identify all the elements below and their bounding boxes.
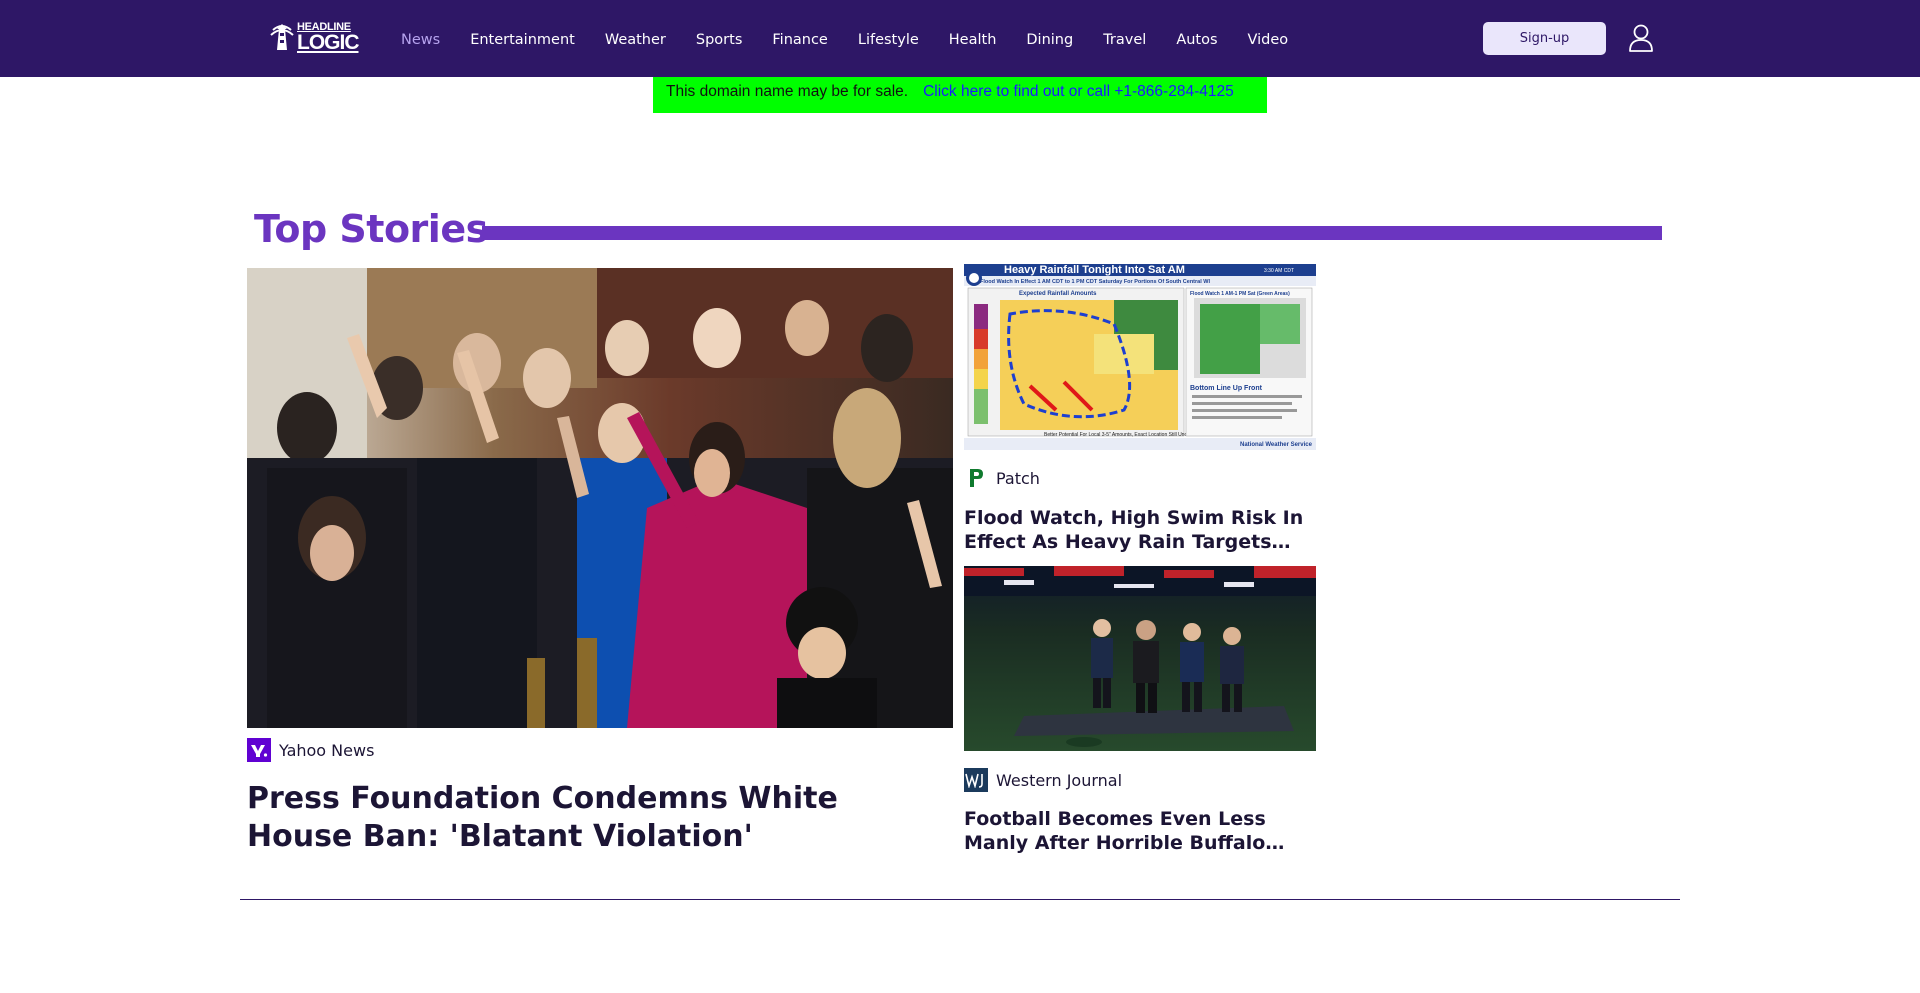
- nav-item-lifestyle[interactable]: Lifestyle: [858, 32, 919, 48]
- nav-item-video[interactable]: Video: [1248, 32, 1289, 48]
- rainfall-forecast-map: Heavy Rainfall Tonight Into Sat AM 3:30 …: [964, 264, 1316, 450]
- map-bottom-line-label: Bottom Line Up Front: [1190, 385, 1263, 392]
- nav-item-dining[interactable]: Dining: [1026, 32, 1073, 48]
- yahoo-logo-icon: [247, 738, 271, 762]
- section-title-top-stories: Top Stories: [254, 207, 488, 251]
- map-time: 3:30 AM CDT: [1264, 268, 1294, 274]
- domain-sale-message: This domain name may be for sale.: [666, 83, 909, 100]
- domain-sale-banner: This domain name may be for sale. Click h…: [653, 77, 1267, 113]
- lead-story-source: Yahoo News: [247, 738, 374, 762]
- map-title: Heavy Rainfall Tonight Into Sat AM: [1004, 264, 1185, 276]
- side-story-1-source-name: Patch: [996, 468, 1040, 488]
- side-story-2-source: Western Journal: [964, 768, 1122, 792]
- nav-item-finance[interactable]: Finance: [772, 32, 827, 48]
- side-story-2-source-name: Western Journal: [996, 770, 1123, 790]
- user-icon[interactable]: [1628, 24, 1654, 52]
- map-right-panel-label: Flood Watch 1 AM-1 PM Sat (Green Areas): [1190, 291, 1290, 297]
- nav-item-news[interactable]: News: [401, 32, 440, 48]
- lead-story-image[interactable]: [247, 268, 953, 728]
- nav-item-weather[interactable]: Weather: [605, 32, 666, 48]
- press-briefing-photo: [247, 268, 953, 728]
- nav-item-autos[interactable]: Autos: [1176, 32, 1217, 48]
- lead-story-headline[interactable]: Press Foundation Condemns White House Ba…: [247, 780, 947, 856]
- logo-line-2: LOGIC: [297, 30, 359, 54]
- nav-item-entertainment[interactable]: Entertainment: [470, 32, 575, 48]
- patch-logo-icon: [964, 466, 988, 490]
- nav-item-sports[interactable]: Sports: [696, 32, 742, 48]
- section-title-rule: [482, 226, 1662, 240]
- lead-story-source-name: Yahoo News: [279, 740, 375, 760]
- map-agency: National Weather Service: [1240, 442, 1313, 448]
- nav-item-health[interactable]: Health: [949, 32, 997, 48]
- main-nav: News Entertainment Weather Sports Financ…: [401, 28, 1318, 52]
- western-journal-logo-icon: [964, 768, 988, 792]
- halftime-show-photo: [964, 566, 1316, 751]
- domain-sale-link[interactable]: Click here to find out or call +1-866-28…: [923, 83, 1234, 100]
- map-left-panel-label: Expected Rainfall Amounts: [1019, 291, 1097, 297]
- sign-up-button[interactable]: Sign-up: [1483, 22, 1606, 55]
- nav-item-travel[interactable]: Travel: [1103, 32, 1146, 48]
- side-story-1-image[interactable]: Heavy Rainfall Tonight Into Sat AM 3:30 …: [964, 264, 1316, 450]
- side-story-1-headline[interactable]: Flood Watch, High Swim Risk In Effect As…: [964, 506, 1314, 554]
- site-logo[interactable]: HEADLINE LOGIC: [270, 19, 360, 55]
- side-story-1-source: Patch: [964, 466, 1040, 490]
- side-story-2-headline[interactable]: Football Becomes Even Less Manly After H…: [964, 807, 1314, 855]
- section-divider: [240, 899, 1680, 900]
- top-navigation-bar: HEADLINE LOGIC News Entertainment Weathe…: [0, 0, 1920, 77]
- lighthouse-logo-icon: [270, 24, 294, 50]
- map-note: Better Potential For Local 3-5" Amounts,…: [1044, 432, 1200, 438]
- map-subtitle: Flood Watch In Effect 1 AM CDT to 1 PM C…: [980, 279, 1210, 285]
- side-story-2-image[interactable]: [964, 566, 1316, 751]
